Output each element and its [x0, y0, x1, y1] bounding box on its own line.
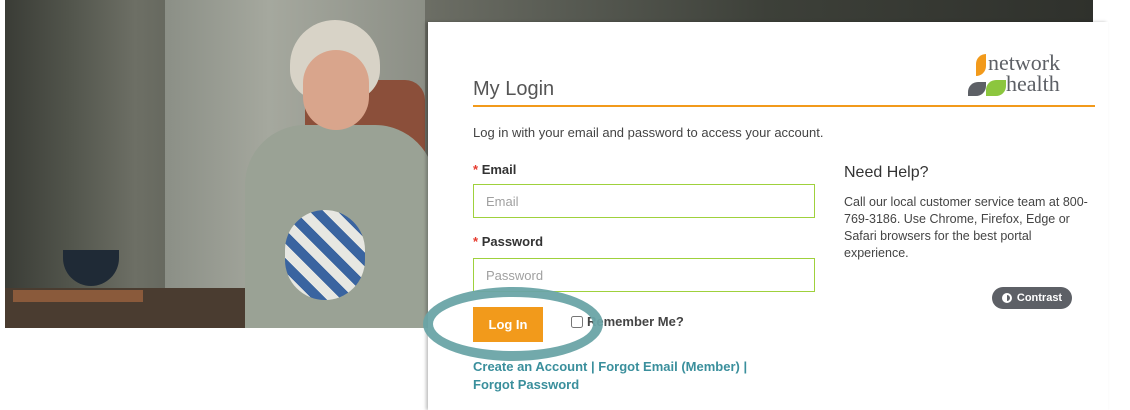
contrast-button-label: Contrast — [1016, 292, 1063, 304]
remember-me-label: Remember Me? — [587, 314, 684, 329]
link-separator: | — [743, 359, 748, 374]
photo-bowl — [63, 250, 119, 286]
remember-me-checkbox[interactable] — [571, 315, 583, 328]
network-health-logo: network health — [968, 46, 1098, 102]
contrast-button[interactable]: Contrast — [992, 287, 1072, 309]
logo-leaf-green — [986, 80, 1006, 96]
help-text: Call our local customer service team at … — [844, 195, 1088, 260]
account-links: Create an Account | Forgot Email (Member… — [473, 358, 747, 394]
photo-person — [245, 20, 435, 328]
title-divider — [473, 105, 1095, 107]
photo-knitting — [285, 210, 365, 300]
password-field[interactable] — [473, 258, 815, 292]
logo-leaf-orange — [976, 54, 986, 76]
photo-person-face — [303, 50, 369, 130]
email-field[interactable] — [473, 184, 815, 218]
page-title: My Login — [473, 78, 555, 100]
password-label-text: Password — [481, 234, 544, 249]
link-separator: | — [591, 359, 595, 374]
create-account-link[interactable]: Create an Account — [473, 359, 587, 374]
login-intro-text: Log in with your email and password to a… — [473, 125, 824, 140]
logo-word-health: health — [1006, 71, 1060, 96]
photo-table — [13, 290, 143, 302]
help-heading: Need Help? — [844, 164, 929, 181]
password-label: * Password — [473, 234, 543, 249]
required-asterisk: * — [473, 234, 479, 249]
remember-me[interactable]: Remember Me? — [571, 314, 684, 329]
email-label-text: Email — [481, 162, 517, 177]
logo-leaf-gray — [968, 82, 986, 96]
email-label: * Email — [473, 162, 516, 177]
contrast-icon — [1001, 293, 1012, 303]
required-asterisk: * — [473, 162, 479, 177]
login-button[interactable]: Log In — [473, 307, 543, 342]
forgot-password-link[interactable]: Forgot Password — [473, 377, 579, 392]
forgot-email-link[interactable]: Forgot Email (Member) — [598, 359, 740, 374]
login-card: network health My Login Log in with your… — [428, 22, 1108, 410]
